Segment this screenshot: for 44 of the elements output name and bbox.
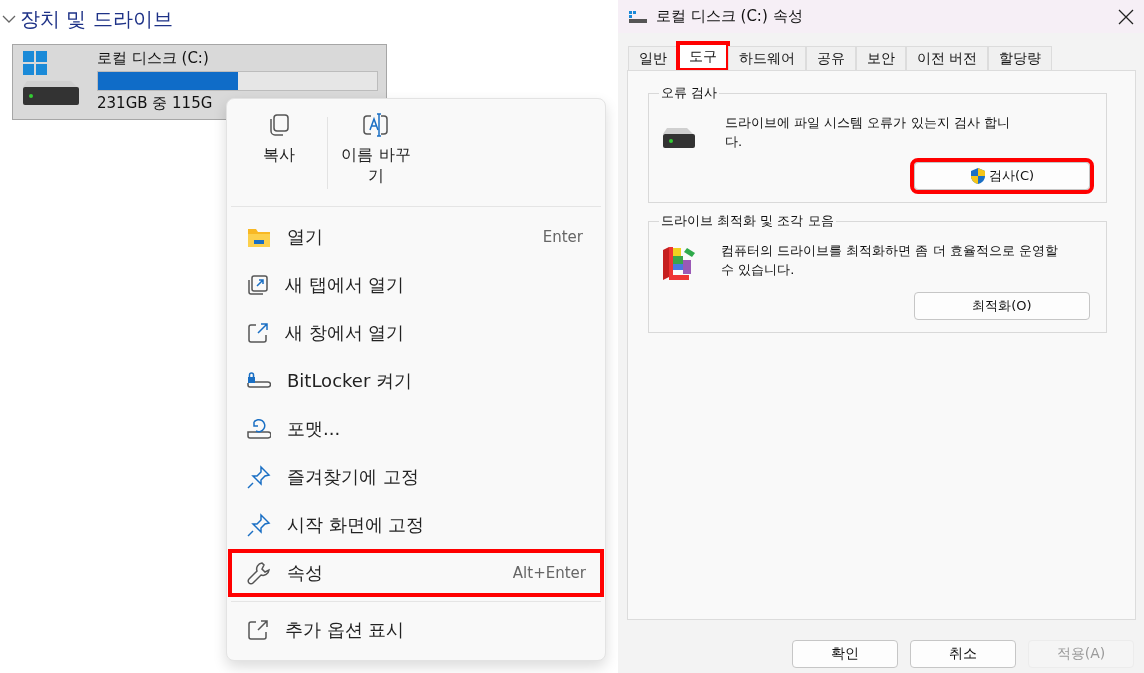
- menu-item[interactable]: 포맷...: [231, 405, 601, 453]
- drive-icon: [628, 9, 648, 24]
- menu-item[interactable]: 새 창에서 열기: [231, 309, 601, 357]
- window-title: 로컬 디스크 (C:) 속성: [656, 7, 804, 26]
- tab[interactable]: 공유: [806, 46, 856, 70]
- tab[interactable]: 도구: [678, 43, 728, 70]
- pin-icon: [247, 465, 271, 489]
- wrench-icon: [247, 561, 271, 585]
- menu-item[interactable]: 열기 Enter: [231, 213, 601, 261]
- menu-item[interactable]: 새 탭에서 열기: [231, 261, 601, 309]
- menu-item[interactable]: 즐겨찾기에 고정: [231, 453, 601, 501]
- dialog-button[interactable]: 취소: [910, 640, 1016, 668]
- pin-icon: [247, 513, 271, 537]
- more-options-icon: [247, 619, 269, 641]
- shortcut-text: Alt+Enter: [512, 564, 586, 582]
- tab[interactable]: 이전 버전: [906, 46, 989, 70]
- section-title: 장치 및 드라이브: [20, 5, 173, 33]
- copy-icon: [267, 113, 291, 137]
- tab[interactable]: 하드웨어: [728, 46, 806, 70]
- close-icon[interactable]: [1118, 8, 1134, 25]
- tab[interactable]: 일반: [628, 46, 678, 70]
- rename-icon: [362, 113, 390, 137]
- shortcut-text: Enter: [542, 228, 583, 246]
- shield-icon: [969, 167, 986, 185]
- drive-name: 로컬 디스크 (C:): [97, 49, 210, 68]
- folder-icon: [247, 226, 271, 248]
- new-tab-icon: [247, 274, 269, 296]
- drive-capacity: 231GB 중 115G: [97, 94, 214, 113]
- menu-item[interactable]: 시작 화면에 고정: [231, 501, 601, 549]
- chevron-icon[interactable]: [2, 14, 16, 24]
- menu-item[interactable]: 속성 Alt+Enter: [228, 549, 604, 597]
- optimize-button[interactable]: 최적화(O): [914, 292, 1090, 320]
- new-window-icon: [247, 322, 269, 344]
- menu-item[interactable]: BitLocker 켜기: [231, 357, 601, 405]
- description-text: 컴퓨터의 드라이브를 최적화하면 좀 더 효율적으로 운영할 수 있습니다.: [721, 242, 1059, 279]
- group-title: 오류 검사: [659, 84, 720, 102]
- menu-item[interactable]: 추가 옵션 표시: [231, 606, 601, 654]
- description-text: 드라이브에 파일 시스템 오류가 있는지 검사 합니다.: [725, 114, 1011, 151]
- tab[interactable]: 보안: [856, 46, 906, 70]
- dialog-button[interactable]: 확인: [792, 640, 898, 668]
- lock-drive-icon: [247, 372, 271, 390]
- format-icon: [247, 418, 271, 440]
- tab[interactable]: 할당량: [988, 46, 1053, 70]
- group-title: 드라이브 최적화 및 조각 모음: [659, 212, 836, 230]
